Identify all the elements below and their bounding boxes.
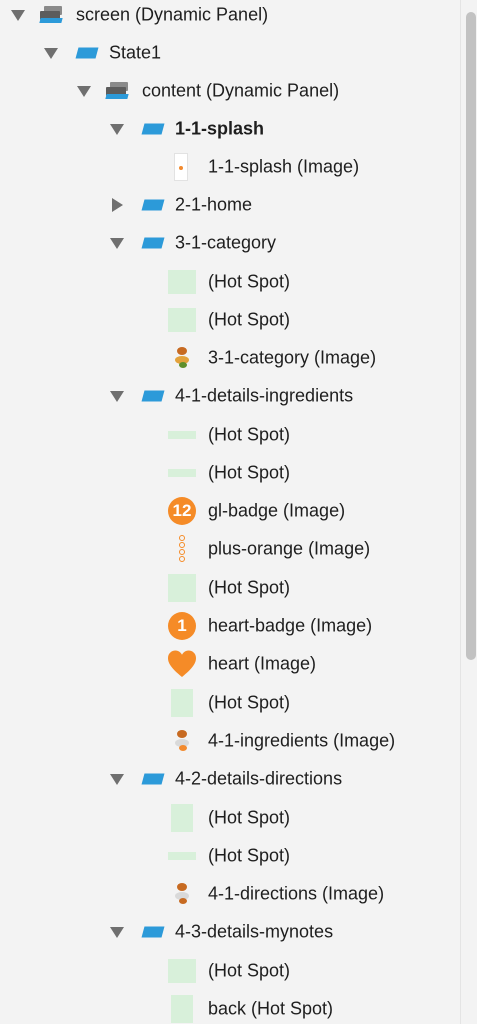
tree-label: 4-3-details-mynotes	[175, 921, 334, 942]
tree-row-splash-image[interactable]: 1-1-splash (Image)	[0, 148, 460, 186]
hotspot-icon	[168, 308, 196, 332]
hotspot-icon	[168, 574, 196, 602]
dynamic-panel-icon	[105, 82, 130, 100]
hotspot-icon	[168, 959, 196, 983]
tree-label: (Hot Spot)	[208, 845, 291, 866]
collapse-arrow-icon[interactable]	[10, 7, 26, 23]
tree-label: 3-1-category (Image)	[208, 347, 377, 368]
dynamic-panel-icon	[39, 6, 64, 24]
tree-row-category[interactable]: 3-1-category	[0, 224, 460, 262]
state-icon	[141, 199, 165, 211]
hotspot-icon	[168, 852, 196, 860]
food-image-icon	[174, 346, 190, 370]
tree-label: 4-1-details-ingredients	[175, 385, 354, 406]
tree-label: (Hot Spot)	[208, 271, 291, 292]
outline-tree: screen (Dynamic Panel) State1 content (D…	[0, 0, 460, 1024]
state-icon	[141, 237, 165, 249]
tree-row-heart-badge[interactable]: 1 heart-badge (Image)	[0, 607, 460, 645]
hotspot-icon	[171, 995, 193, 1023]
state-icon	[141, 926, 165, 938]
tree-row-state1[interactable]: State1	[0, 34, 460, 72]
tree-row-hotspot[interactable]: (Hot Spot)	[0, 952, 460, 990]
tree-label: heart-badge (Image)	[208, 615, 373, 636]
plus-orange-icon	[177, 534, 187, 564]
tree-row-gl-badge[interactable]: 12 gl-badge (Image)	[0, 492, 460, 530]
collapse-arrow-icon[interactable]	[109, 121, 125, 137]
tree-row-details-ingredients[interactable]: 4-1-details-ingredients	[0, 377, 460, 415]
tree-label: 1-1-splash	[175, 118, 265, 139]
expand-arrow-icon[interactable]	[109, 197, 125, 213]
collapse-arrow-icon[interactable]	[109, 924, 125, 940]
tree-label: plus-orange (Image)	[208, 538, 371, 559]
heart-badge-icon: 1	[168, 612, 196, 640]
tree-label: (Hot Spot)	[208, 462, 291, 483]
image-thumbnail-icon	[174, 153, 188, 181]
tree-label: gl-badge (Image)	[208, 500, 346, 521]
hotspot-icon	[168, 469, 196, 477]
tree-row-hotspot[interactable]: (Hot Spot)	[0, 416, 460, 454]
tree-label: (Hot Spot)	[208, 807, 291, 828]
state-icon	[141, 390, 165, 402]
tree-row-plus-orange[interactable]: plus-orange (Image)	[0, 530, 460, 568]
hotspot-icon	[171, 689, 193, 717]
tree-label: content (Dynamic Panel)	[142, 80, 340, 101]
collapse-arrow-icon[interactable]	[76, 83, 92, 99]
state-icon	[75, 47, 99, 59]
tree-row-home[interactable]: 2-1-home	[0, 186, 460, 224]
tree-row-details-mynotes[interactable]: 4-3-details-mynotes	[0, 913, 460, 951]
tree-row-hotspot[interactable]: (Hot Spot)	[0, 799, 460, 837]
tree-row-content[interactable]: content (Dynamic Panel)	[0, 72, 460, 110]
collapse-arrow-icon[interactable]	[43, 45, 59, 61]
tree-row-category-image[interactable]: 3-1-category (Image)	[0, 339, 460, 377]
tree-row-hotspot[interactable]: (Hot Spot)	[0, 301, 460, 339]
tree-label: 1-1-splash (Image)	[208, 156, 360, 177]
tree-label: heart (Image)	[208, 653, 317, 674]
tree-label: 4-1-ingredients (Image)	[208, 730, 396, 751]
food-image-icon	[174, 729, 190, 753]
tree-label: (Hot Spot)	[208, 309, 291, 330]
tree-label: screen (Dynamic Panel)	[76, 4, 269, 25]
tree-row-screen[interactable]: screen (Dynamic Panel)	[0, 0, 460, 34]
tree-row-hotspot[interactable]: (Hot Spot)	[0, 454, 460, 492]
tree-row-hotspot[interactable]: (Hot Spot)	[0, 263, 460, 301]
gl-badge-icon: 12	[168, 497, 196, 525]
hotspot-icon	[168, 431, 196, 439]
tree-label: 4-2-details-directions	[175, 768, 343, 789]
tree-row-hotspot[interactable]: (Hot Spot)	[0, 684, 460, 722]
collapse-arrow-icon[interactable]	[109, 235, 125, 251]
state-icon	[141, 773, 165, 785]
tree-label: (Hot Spot)	[208, 960, 291, 981]
scrollbar-thumb[interactable]	[466, 12, 476, 660]
state-icon	[141, 123, 165, 135]
tree-label: (Hot Spot)	[208, 577, 291, 598]
food-image-icon	[174, 882, 190, 906]
tree-label: (Hot Spot)	[208, 424, 291, 445]
tree-row-hotspot[interactable]: (Hot Spot)	[0, 569, 460, 607]
heart-icon	[167, 649, 197, 679]
tree-row-back-hotspot[interactable]: back (Hot Spot)	[0, 990, 460, 1024]
tree-label: 2-1-home	[175, 194, 253, 215]
tree-row-directions-image[interactable]: 4-1-directions (Image)	[0, 875, 460, 913]
tree-row-heart[interactable]: heart (Image)	[0, 645, 460, 683]
tree-label: State1	[109, 42, 162, 63]
collapse-arrow-icon[interactable]	[109, 388, 125, 404]
tree-row-splash[interactable]: 1-1-splash	[0, 110, 460, 148]
tree-label: 4-1-directions (Image)	[208, 883, 385, 904]
tree-row-hotspot[interactable]: (Hot Spot)	[0, 837, 460, 875]
collapse-arrow-icon[interactable]	[109, 771, 125, 787]
hotspot-icon	[171, 804, 193, 832]
tree-label: back (Hot Spot)	[208, 998, 334, 1019]
tree-label: (Hot Spot)	[208, 692, 291, 713]
tree-label: 3-1-category	[175, 232, 277, 253]
tree-row-details-directions[interactable]: 4-2-details-directions	[0, 760, 460, 798]
hotspot-icon	[168, 270, 196, 294]
tree-row-ingredients-image[interactable]: 4-1-ingredients (Image)	[0, 722, 460, 760]
